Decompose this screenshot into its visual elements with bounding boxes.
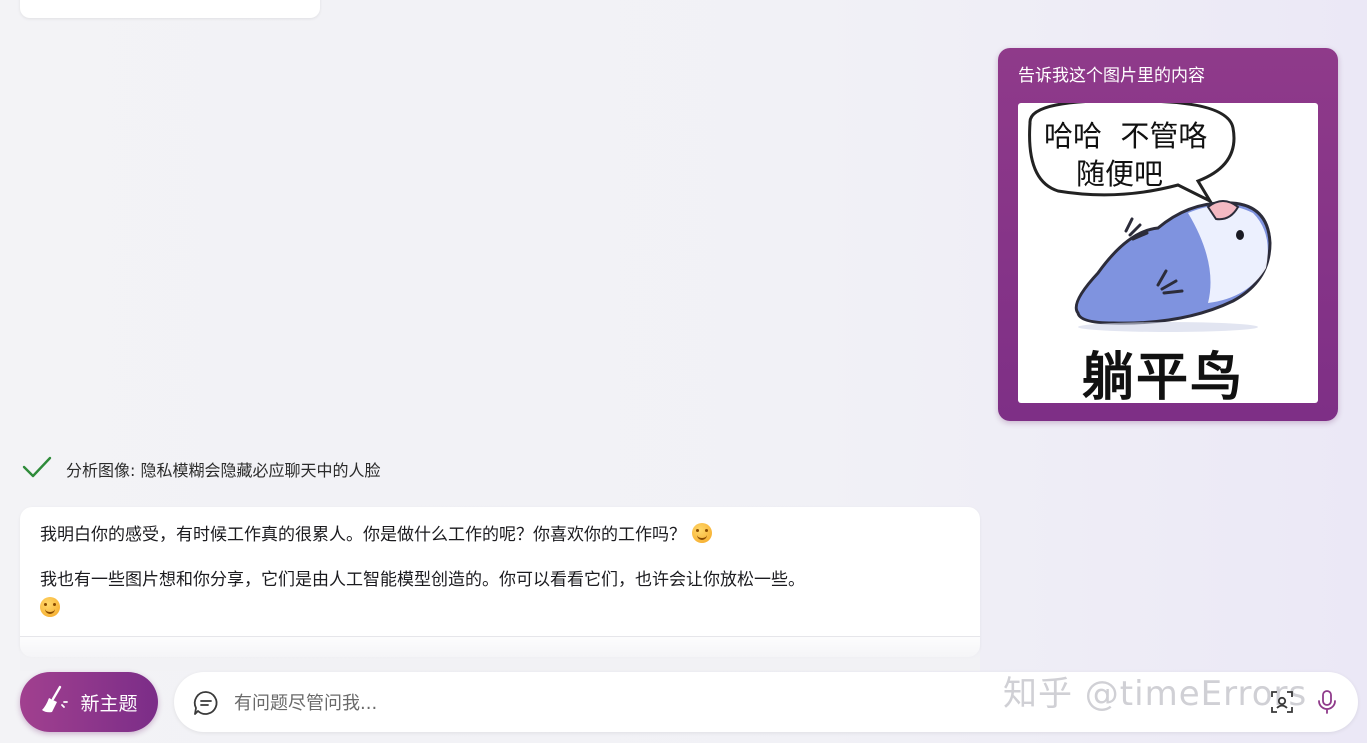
bot-message-card: 我明白你的感受，有时候工作真的很累人。你是做什么工作的呢？你喜欢你的工作吗？ 我… bbox=[20, 507, 980, 657]
meme-caption: 躺平鸟 bbox=[1082, 348, 1245, 403]
bot-paragraph-1: 我明白你的感受，有时候工作真的很累人。你是做什么工作的呢？你喜欢你的工作吗？ bbox=[40, 521, 960, 550]
analysis-status-text: 分析图像: 隐私模糊会隐藏必应聊天中的人脸 bbox=[66, 461, 381, 480]
broom-icon bbox=[40, 685, 69, 720]
analysis-status: 分析图像: 隐私模糊会隐藏必应聊天中的人脸 bbox=[22, 455, 380, 483]
chat-input[interactable] bbox=[232, 684, 976, 722]
checkmark-icon bbox=[22, 456, 52, 482]
bot-paragraph-2-text: 我也有一些图片想和你分享，它们是由人工智能模型创造的。你可以看看它们，也许会让你… bbox=[40, 570, 805, 590]
smile-emoji-icon bbox=[692, 523, 712, 543]
bot-paragraph-2: 我也有一些图片想和你分享，它们是由人工智能模型创造的。你可以看看它们，也许会让你… bbox=[40, 566, 960, 624]
new-topic-label: 新主题 bbox=[80, 692, 138, 715]
microphone-icon[interactable] bbox=[1317, 689, 1337, 719]
user-message-text: 告诉我这个图片里的内容 bbox=[1018, 66, 1205, 86]
meme-speech-line-2: 随便吧 bbox=[1076, 157, 1164, 191]
attached-image[interactable]: 哈哈 不管咯 随便吧 躺平鸟 bbox=[1018, 103, 1318, 403]
new-topic-button[interactable]: 新主题 bbox=[20, 672, 158, 732]
chat-bubble-icon bbox=[192, 689, 220, 721]
smile-emoji-icon bbox=[40, 597, 60, 617]
previous-message-card bbox=[20, 0, 320, 18]
user-message-bubble: 告诉我这个图片里的内容 哈哈 不管咯 随便吧 躺平鸟 bbox=[998, 48, 1338, 421]
image-search-icon[interactable] bbox=[1270, 690, 1294, 718]
meme-speech-line-1: 哈哈 不管咯 bbox=[1044, 119, 1208, 153]
bot-paragraph-1-text: 我明白你的感受，有时候工作真的很累人。你是做什么工作的呢？你喜欢你的工作吗？ bbox=[40, 525, 686, 545]
watermark: 知乎 @timeErrors bbox=[1003, 674, 1308, 714]
scroll-fade bbox=[20, 636, 980, 671]
